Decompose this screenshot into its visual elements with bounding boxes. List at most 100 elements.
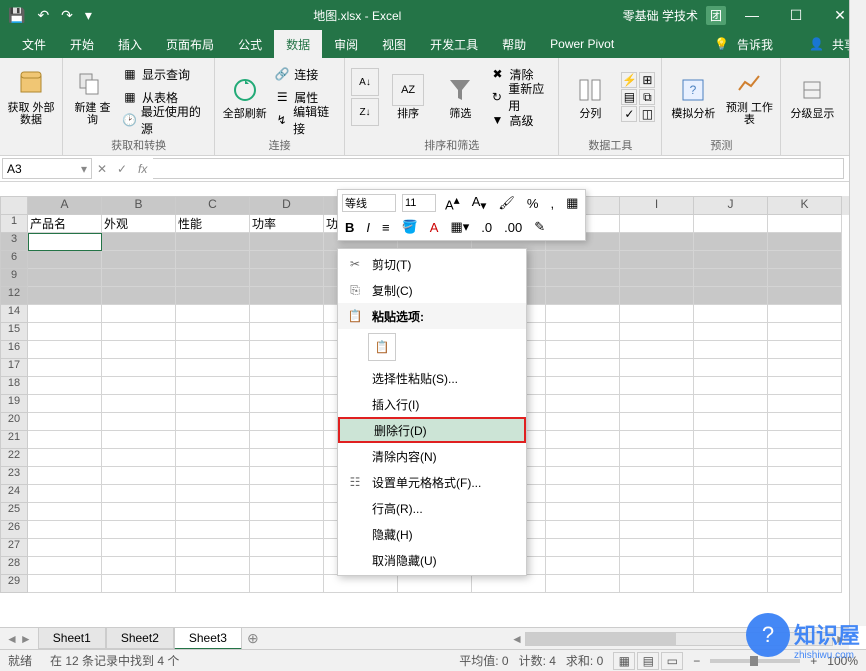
cell[interactable] [28,395,102,413]
relationships-icon[interactable]: ⧉ [639,89,655,105]
cell[interactable] [102,269,176,287]
tab-insert[interactable]: 插入 [106,30,154,58]
cell[interactable] [102,431,176,449]
clear-format-icon[interactable]: ✎ [531,219,548,235]
cell[interactable] [620,269,694,287]
cell[interactable] [620,503,694,521]
zoom-level[interactable]: 100% [827,654,858,668]
percent-icon[interactable]: % [524,196,542,211]
format-painter-icon[interactable]: 🖌 [495,195,518,211]
cell[interactable] [694,575,768,593]
scroll-right-icon[interactable]: ► [833,632,849,646]
row-header-17[interactable]: 17 [0,359,28,377]
cell[interactable] [546,251,620,269]
cell[interactable] [546,377,620,395]
cell[interactable] [250,467,324,485]
cell[interactable] [694,323,768,341]
cell[interactable] [694,215,768,233]
cancel-formula-icon[interactable]: ✕ [92,162,112,176]
cell[interactable] [28,521,102,539]
increase-decimal-icon[interactable]: .00 [501,220,525,235]
cell[interactable] [102,521,176,539]
cm-format-cells[interactable]: ☷设置单元格格式(F)... [338,469,526,495]
flash-fill-icon[interactable]: ⚡ [621,72,637,88]
cm-clear[interactable]: 清除内容(N) [338,443,526,469]
cell[interactable] [28,269,102,287]
cell[interactable] [694,431,768,449]
sheet-tab-3[interactable]: Sheet3 [174,628,242,650]
remove-dup-icon[interactable]: ▤ [621,89,637,105]
cell[interactable] [768,269,842,287]
undo-icon[interactable]: ↶ [37,7,49,24]
font-size-input[interactable] [402,194,436,212]
decrease-font-icon[interactable]: A▾ [469,194,490,213]
row-header-20[interactable]: 20 [0,413,28,431]
cell[interactable] [176,521,250,539]
cell[interactable] [250,287,324,305]
share-icon[interactable]: 👤 [809,37,824,51]
italic-button[interactable]: I [363,220,373,235]
cell[interactable] [176,467,250,485]
align-icon[interactable]: ≡ [379,220,393,235]
cell[interactable] [620,305,694,323]
cell[interactable] [176,341,250,359]
cell[interactable] [102,359,176,377]
add-sheet-button[interactable]: ⊕ [242,630,264,647]
cell[interactable] [620,359,694,377]
tab-file[interactable]: 文件 [10,30,58,58]
cell[interactable] [28,431,102,449]
row-header-28[interactable]: 28 [0,557,28,575]
filter-button[interactable]: 筛选 [437,62,483,132]
cell[interactable]: 功率 [250,215,324,233]
comma-icon[interactable]: , [547,196,557,211]
tab-powerpivot[interactable]: Power Pivot [538,30,626,58]
validation-icon[interactable]: ✓ [621,106,637,122]
cell[interactable] [768,449,842,467]
cell[interactable] [250,557,324,575]
cell[interactable] [546,359,620,377]
row-header-24[interactable]: 24 [0,485,28,503]
cell[interactable] [620,431,694,449]
row-header-26[interactable]: 26 [0,521,28,539]
cell[interactable] [768,251,842,269]
tab-home[interactable]: 开始 [58,30,106,58]
save-icon[interactable]: 💾 [8,7,25,24]
fx-icon[interactable]: fx [132,162,153,176]
cell[interactable] [620,323,694,341]
cell[interactable] [250,485,324,503]
cell[interactable] [768,539,842,557]
cell[interactable] [250,359,324,377]
cell[interactable] [768,395,842,413]
cell[interactable] [546,287,620,305]
cell[interactable] [176,485,250,503]
cell[interactable] [102,395,176,413]
col-header-B[interactable]: B [102,196,176,215]
redo-icon[interactable]: ↷ [61,7,73,24]
scroll-left-icon[interactable]: ◄ [509,632,525,646]
cell[interactable] [102,323,176,341]
cell[interactable] [28,413,102,431]
cell[interactable] [28,359,102,377]
cell[interactable] [546,449,620,467]
tab-help[interactable]: 帮助 [490,30,538,58]
col-header-I[interactable]: I [620,196,694,215]
cell[interactable] [768,503,842,521]
cell[interactable] [694,377,768,395]
cell[interactable] [768,467,842,485]
row-header-22[interactable]: 22 [0,449,28,467]
cell[interactable] [768,359,842,377]
cell[interactable] [250,395,324,413]
tab-formulas[interactable]: 公式 [226,30,274,58]
cell[interactable] [620,287,694,305]
col-header-K[interactable]: K [768,196,842,215]
cell[interactable] [176,359,250,377]
cell[interactable] [768,557,842,575]
cell[interactable] [102,233,176,251]
next-sheet-icon[interactable]: ► [20,632,32,646]
cell[interactable] [694,341,768,359]
customize-qat-icon[interactable]: ▾ [85,7,92,24]
row-header-19[interactable]: 19 [0,395,28,413]
zoom-in-button[interactable]: + [810,654,817,668]
cell[interactable] [250,341,324,359]
cell[interactable] [620,395,694,413]
